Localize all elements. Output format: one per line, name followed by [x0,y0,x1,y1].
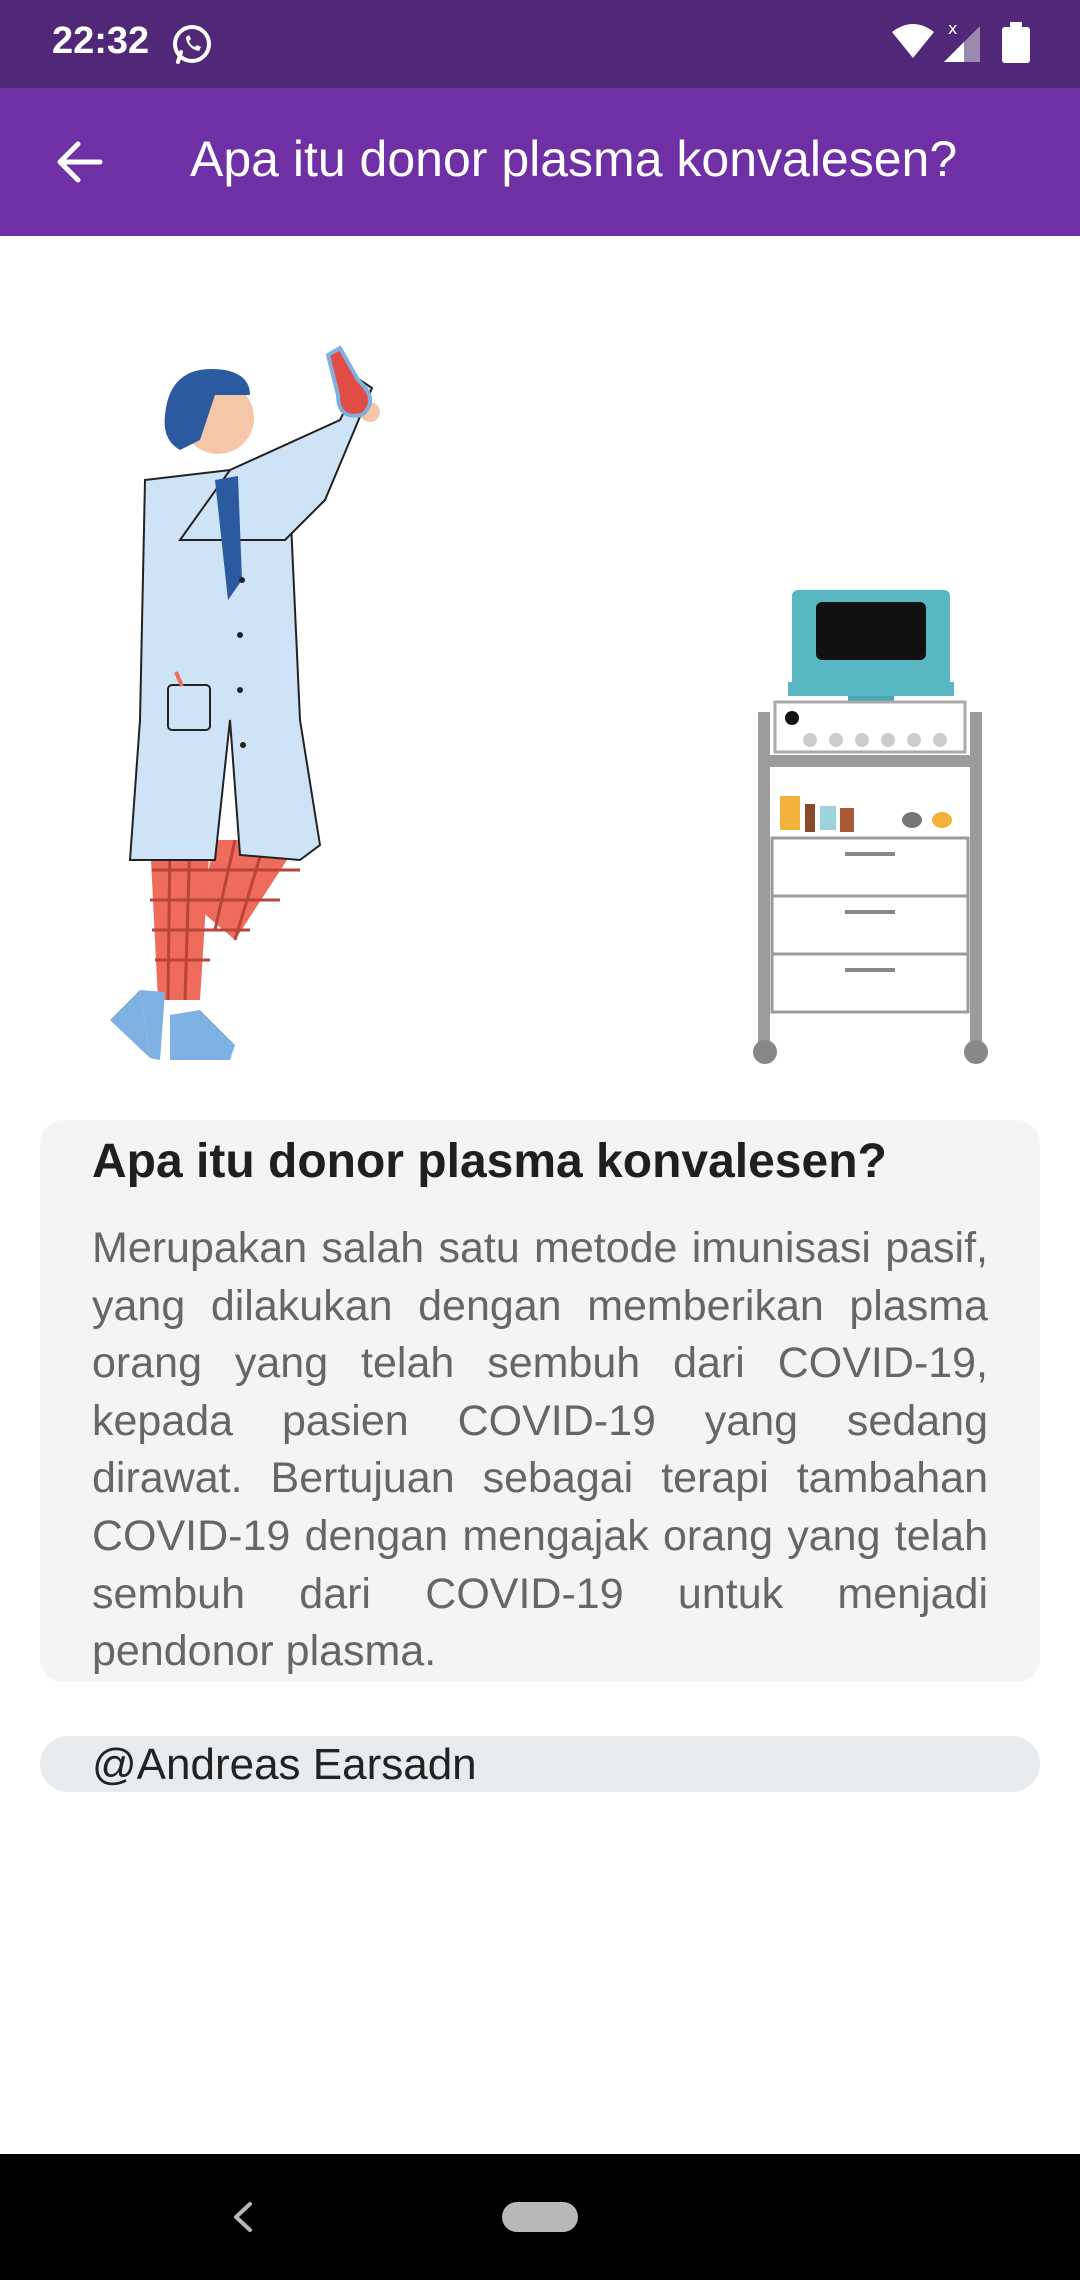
medical-cart-illustration [753,590,988,1064]
page-title: Apa itu donor plasma konvalesen? [190,131,958,187]
arrow-left-icon [57,141,103,183]
scientist-illustration [110,345,380,1060]
back-button[interactable] [40,122,120,202]
card-title: Apa itu donor plasma konvalesen? [92,1135,887,1188]
signal-icon: x [944,20,980,62]
battery-icon [1002,22,1030,63]
nav-home-pill[interactable] [502,2202,578,2232]
svg-text:x: x [948,20,957,38]
status-bar: 22:32 x [0,0,1080,88]
whatsapp-icon [173,25,211,64]
hero-illustration [110,345,988,1064]
nav-back-icon[interactable] [222,2192,262,2242]
app-bar: Apa itu donor plasma konvalesen? [0,88,1080,236]
status-time: 22:32 [52,20,150,62]
credit-pill: @Andreas Earsadn [40,1736,1040,1792]
card-body: Merupakan salah satu metode imunisasi pa… [92,1224,988,1676]
info-card: Apa itu donor plasma konvalesen? Merupak… [40,1120,1040,1682]
navigation-bar [0,2154,1080,2280]
credit-text: @Andreas Earsadn [92,1740,477,1789]
wifi-icon [892,24,934,58]
